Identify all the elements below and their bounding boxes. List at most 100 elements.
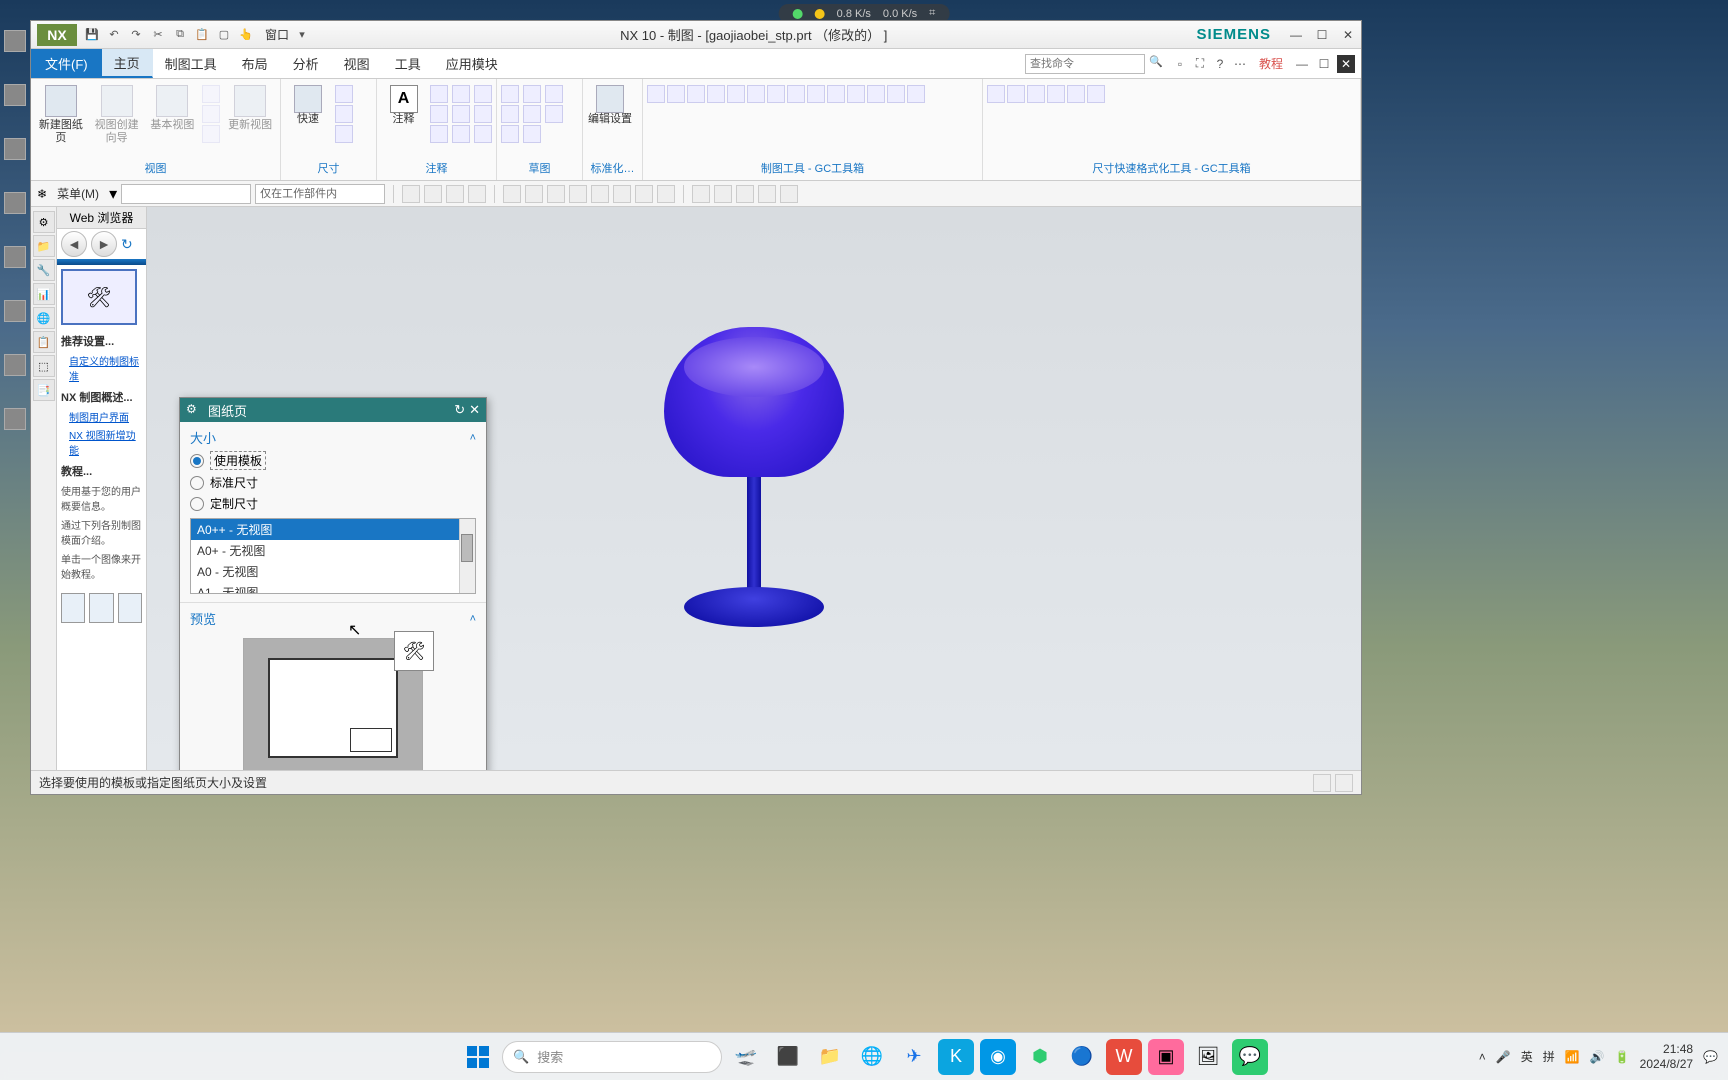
tb-icon[interactable] bbox=[569, 185, 587, 203]
small-btn[interactable] bbox=[474, 105, 492, 123]
small-btn[interactable] bbox=[335, 105, 353, 123]
small-btn[interactable] bbox=[430, 85, 448, 103]
small-btn[interactable] bbox=[452, 85, 470, 103]
desktop-icon[interactable] bbox=[3, 30, 27, 70]
tb-icon[interactable] bbox=[613, 185, 631, 203]
copy-icon[interactable]: ⧉ bbox=[171, 26, 189, 44]
taskbar-app[interactable]: 🔵 bbox=[1064, 1039, 1100, 1075]
tb-icon[interactable] bbox=[736, 185, 754, 203]
resource-btn[interactable]: 📑 bbox=[33, 379, 55, 401]
desktop-icon[interactable] bbox=[3, 138, 27, 178]
desktop-icon[interactable] bbox=[3, 300, 27, 340]
filter-combo-1[interactable] bbox=[121, 184, 251, 204]
paste-icon[interactable]: 📋 bbox=[193, 26, 211, 44]
forward-button[interactable]: ► bbox=[91, 231, 117, 257]
tb-icon[interactable] bbox=[714, 185, 732, 203]
small-btn[interactable] bbox=[501, 85, 519, 103]
tab-home[interactable]: 主页 bbox=[102, 49, 153, 78]
web-link[interactable]: NX 视图新增功能 bbox=[69, 427, 142, 457]
tb-icon[interactable] bbox=[424, 185, 442, 203]
tb-icon[interactable] bbox=[468, 185, 486, 203]
tb-icon[interactable] bbox=[402, 185, 420, 203]
small-btn[interactable] bbox=[827, 85, 845, 103]
small-btn[interactable] bbox=[545, 105, 563, 123]
radio-use-template[interactable]: 使用模板 bbox=[190, 451, 476, 470]
small-btn[interactable] bbox=[907, 85, 925, 103]
tb-icon[interactable] bbox=[503, 185, 521, 203]
props-icon[interactable]: ▢ bbox=[215, 26, 233, 44]
template-list[interactable]: A0++ - 无视图 A0+ - 无视图 A0 - 无视图 A1 - 无视图 bbox=[190, 518, 476, 594]
taskbar-app[interactable]: ◉ bbox=[980, 1039, 1016, 1075]
taskbar-app[interactable]: 🛫 bbox=[728, 1039, 764, 1075]
tb-icon[interactable] bbox=[780, 185, 798, 203]
small-btn[interactable] bbox=[1087, 85, 1105, 103]
taskbar-app[interactable]: ▣ bbox=[1148, 1039, 1184, 1075]
more-icon[interactable]: ⋯ bbox=[1231, 55, 1249, 73]
taskbar-app[interactable]: ⬛ bbox=[770, 1039, 806, 1075]
small-btn[interactable] bbox=[545, 85, 563, 103]
small-btn[interactable] bbox=[767, 85, 785, 103]
tab-analysis[interactable]: 分析 bbox=[281, 49, 332, 78]
filter-combo-2[interactable]: 仅在工作部件内 bbox=[255, 184, 385, 204]
resource-btn[interactable]: 🌐 bbox=[33, 307, 55, 329]
dialog-titlebar[interactable]: ⚙ 图纸页 ↻ ✕ bbox=[180, 398, 486, 422]
small-btn[interactable] bbox=[1007, 85, 1025, 103]
dropdown-icon[interactable]: ▾ bbox=[293, 26, 311, 44]
small-btn[interactable] bbox=[335, 85, 353, 103]
desktop-icon[interactable] bbox=[3, 84, 27, 124]
tb-icon[interactable] bbox=[635, 185, 653, 203]
volume-icon[interactable]: 🔊 bbox=[1590, 1050, 1605, 1064]
desktop-icon[interactable] bbox=[3, 408, 27, 448]
web-link[interactable]: 制图用户界面 bbox=[69, 409, 142, 424]
touch-icon[interactable]: 👆 bbox=[237, 26, 255, 44]
ime-mode[interactable]: 拼 bbox=[1543, 1048, 1555, 1065]
scrollbar[interactable] bbox=[459, 519, 475, 593]
reset-icon[interactable]: ↻ bbox=[454, 402, 465, 418]
help-icon[interactable]: ? bbox=[1211, 55, 1229, 73]
small-btn[interactable] bbox=[523, 125, 541, 143]
ribbon-opt-icon[interactable]: ▫ bbox=[1171, 55, 1189, 73]
menu-button[interactable]: 菜单(M) bbox=[51, 185, 105, 202]
small-btn[interactable] bbox=[667, 85, 685, 103]
file-tab[interactable]: 文件(F) bbox=[31, 49, 102, 78]
small-btn[interactable] bbox=[474, 85, 492, 103]
small-btn[interactable] bbox=[523, 105, 541, 123]
doc-close-button[interactable]: ✕ bbox=[1337, 55, 1355, 73]
mic-icon[interactable]: 🎤 bbox=[1496, 1050, 1511, 1064]
resource-btn[interactable]: 📊 bbox=[33, 283, 55, 305]
taskbar-app[interactable]: ✈ bbox=[896, 1039, 932, 1075]
template-item[interactable]: A0+ - 无视图 bbox=[191, 540, 475, 561]
small-btn[interactable] bbox=[501, 105, 519, 123]
template-item[interactable]: A0++ - 无视图 bbox=[191, 519, 475, 540]
rapid-dim-button[interactable]: 快速 bbox=[285, 85, 331, 126]
small-btn[interactable] bbox=[501, 125, 519, 143]
small-btn[interactable] bbox=[727, 85, 745, 103]
small-btn[interactable] bbox=[867, 85, 885, 103]
tab-drafting-tools[interactable]: 制图工具 bbox=[153, 49, 230, 78]
tb-icon[interactable] bbox=[547, 185, 565, 203]
note-button[interactable]: A注释 bbox=[381, 85, 426, 126]
small-btn[interactable] bbox=[647, 85, 665, 103]
small-btn[interactable] bbox=[1067, 85, 1085, 103]
taskbar-app-explorer[interactable]: 📁 bbox=[812, 1039, 848, 1075]
radio-custom-size[interactable]: 定制尺寸 bbox=[190, 495, 476, 512]
doc-minimize-button[interactable]: — bbox=[1293, 55, 1311, 73]
doc-maximize-button[interactable]: ☐ bbox=[1315, 55, 1333, 73]
scrollbar-thumb[interactable] bbox=[461, 534, 473, 562]
dropdown-icon[interactable]: ▾ bbox=[109, 184, 117, 204]
resource-btn[interactable]: 📁 bbox=[33, 235, 55, 257]
maximize-button[interactable]: ☐ bbox=[1309, 24, 1335, 46]
tab-app-modules[interactable]: 应用模块 bbox=[434, 49, 511, 78]
desktop-icon[interactable] bbox=[3, 246, 27, 286]
tb-icon[interactable] bbox=[591, 185, 609, 203]
small-btn[interactable] bbox=[807, 85, 825, 103]
small-btn[interactable] bbox=[687, 85, 705, 103]
small-btn[interactable] bbox=[430, 105, 448, 123]
minimize-button[interactable]: — bbox=[1283, 24, 1309, 46]
window-menu[interactable]: 窗口 bbox=[265, 26, 289, 43]
search-icon[interactable]: 🔍 bbox=[1149, 55, 1167, 73]
redo-icon[interactable]: ↷ bbox=[127, 26, 145, 44]
tab-tools[interactable]: 工具 bbox=[383, 49, 434, 78]
tb-icon[interactable] bbox=[657, 185, 675, 203]
small-btn[interactable] bbox=[452, 125, 470, 143]
